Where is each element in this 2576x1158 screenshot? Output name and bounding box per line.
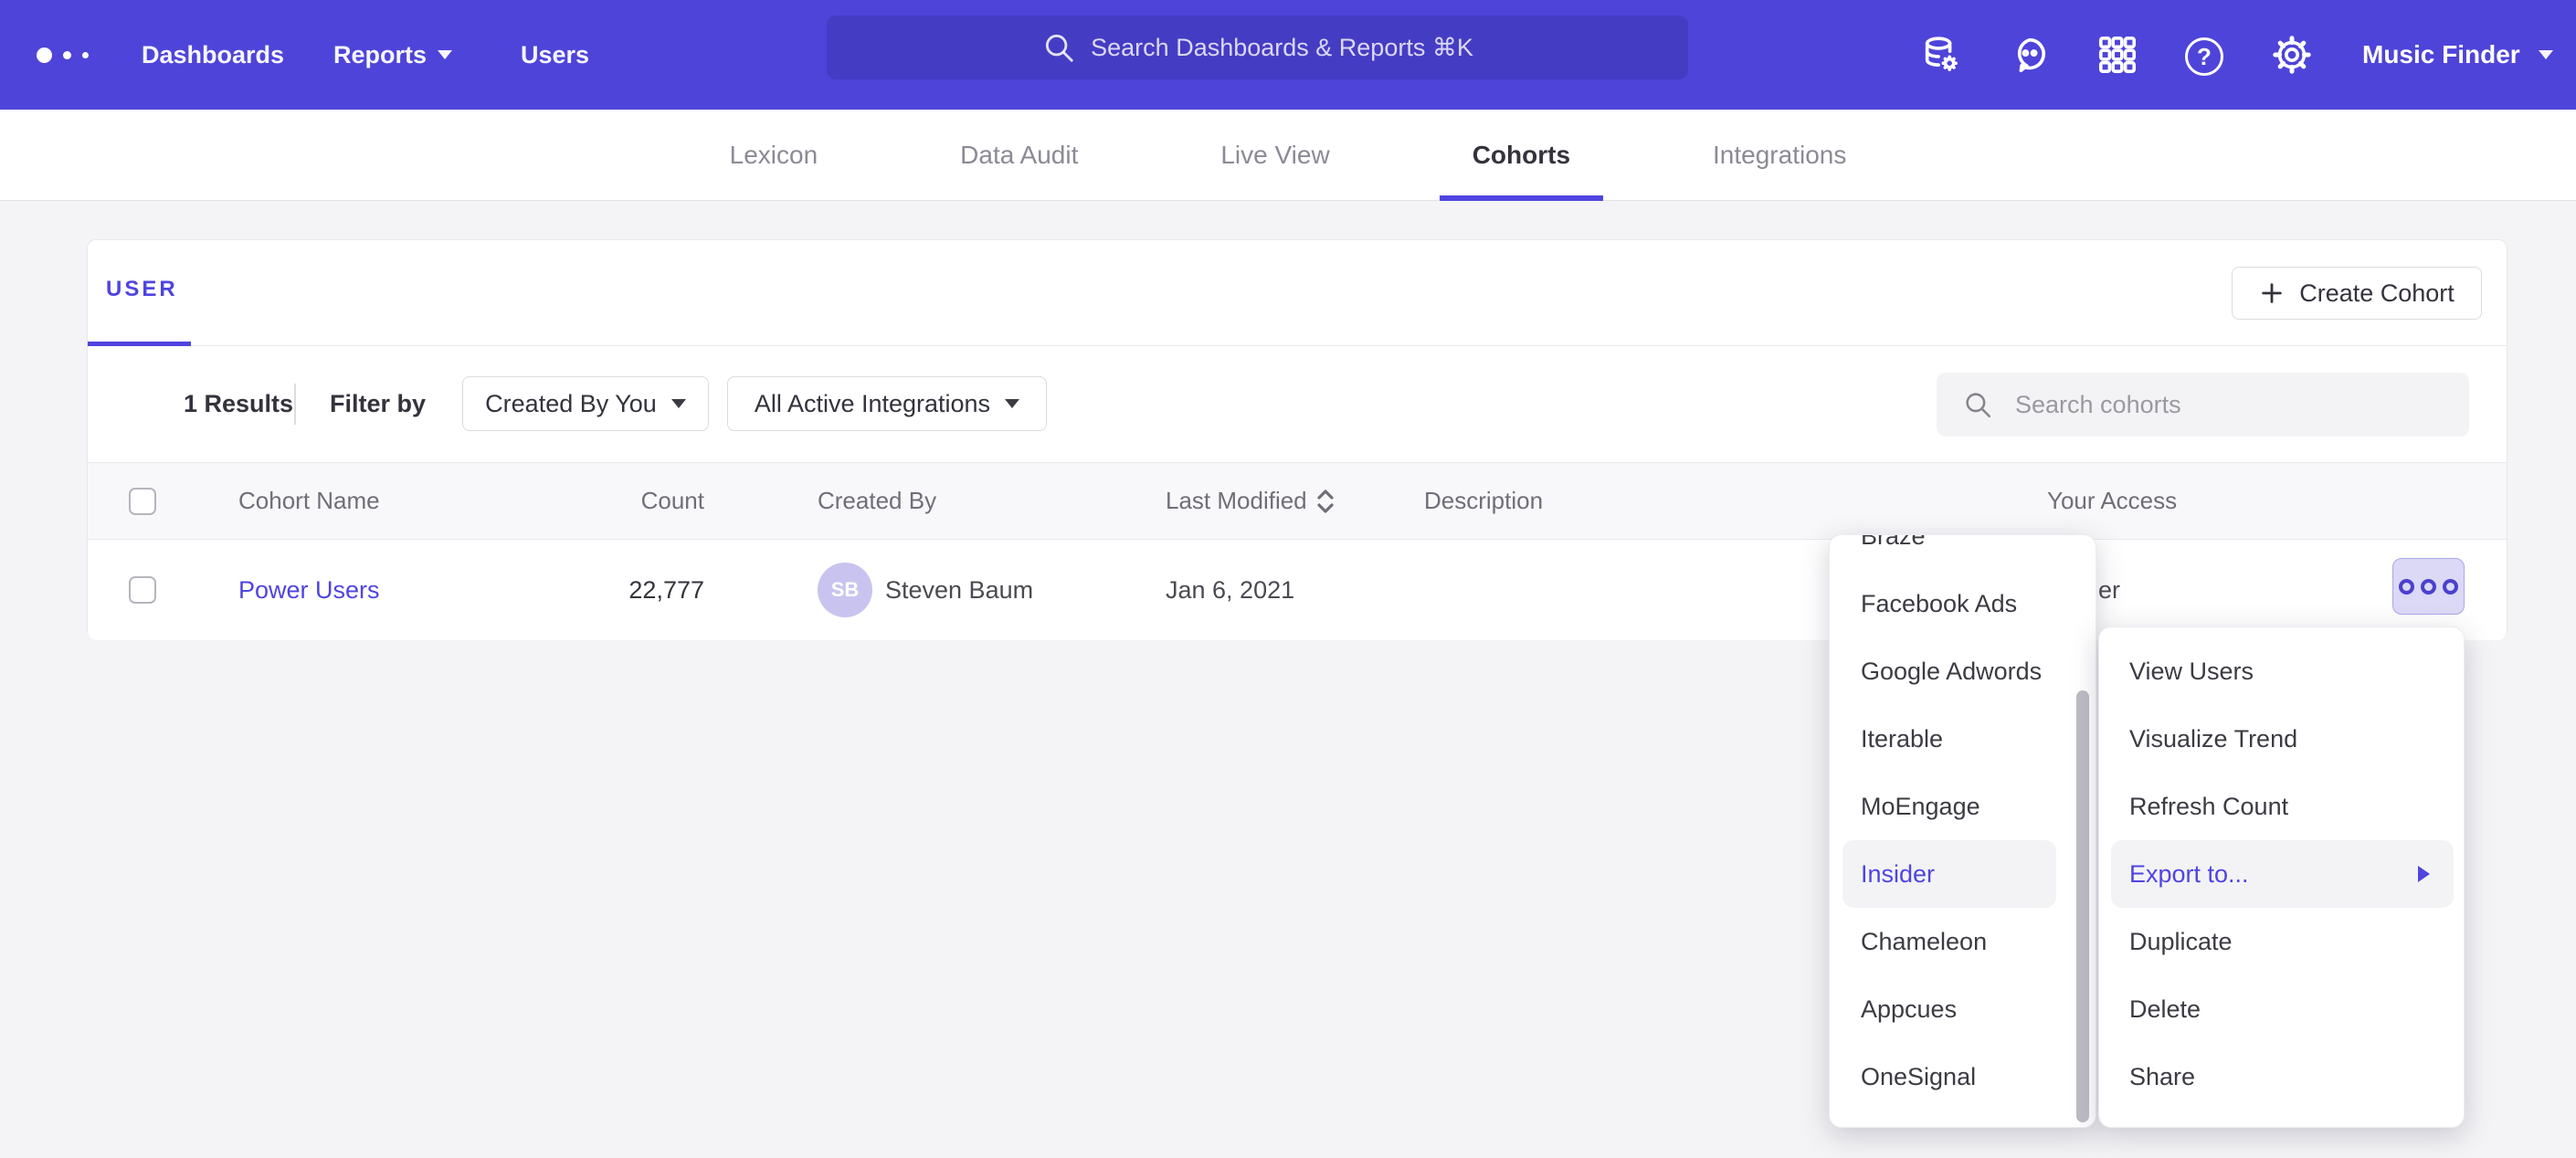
nav-reports-label: Reports — [333, 41, 427, 69]
project-name: Music Finder — [2362, 40, 2520, 69]
tab-live-view[interactable]: Live View — [1188, 110, 1362, 201]
cohort-search-box — [1937, 373, 2469, 437]
menu-item-visualize-trend[interactable]: Visualize Trend — [2099, 705, 2464, 773]
chevron-down-icon — [2539, 50, 2553, 59]
nav-users-label: Users — [521, 41, 589, 69]
column-header-cohort-name: Cohort Name — [238, 463, 380, 539]
global-search-placeholder: Search Dashboards & Reports ⌘K — [1091, 34, 1473, 62]
submenu-item-facebook-ads[interactable]: Facebook Ads — [1830, 570, 2096, 637]
tab-live-view-label: Live View — [1220, 141, 1329, 170]
settings-gear-icon[interactable] — [2271, 34, 2313, 76]
chevron-down-icon — [1005, 399, 1019, 408]
column-header-created-by: Created By — [818, 463, 936, 539]
filter-by-label: Filter by — [330, 346, 426, 462]
tab-cohorts-label: Cohorts — [1473, 141, 1570, 170]
menu-item-view-users[interactable]: View Users — [2099, 637, 2464, 705]
column-header-description: Description — [1424, 463, 1543, 539]
row-actions-button[interactable] — [2392, 558, 2465, 615]
search-icon — [1962, 389, 1993, 420]
table-header-row: Cohort Name Count Created By Last Modifi… — [88, 462, 2507, 540]
global-search-bar[interactable]: Search Dashboards & Reports ⌘K — [827, 16, 1688, 79]
more-dots-icon — [2443, 579, 2458, 595]
logo-dot-small — [82, 52, 89, 58]
select-all-checkbox[interactable] — [129, 488, 156, 515]
menu-item-share[interactable]: Share — [2099, 1043, 2464, 1111]
chevron-down-icon — [671, 399, 686, 408]
your-access-value-partial: er — [2098, 540, 2120, 640]
more-dots-icon — [2399, 579, 2414, 595]
create-cohort-button[interactable]: Create Cohort — [2232, 267, 2482, 320]
submenu-item-chameleon[interactable]: Chameleon — [1830, 908, 2096, 975]
sort-icon — [1316, 489, 1335, 514]
last-modified-label: Last Modified — [1166, 487, 1307, 515]
tab-lexicon-label: Lexicon — [730, 141, 818, 170]
filter-bar: 1 Results Filter by Created By You All A… — [88, 346, 2507, 462]
card-header: USER Create Cohort — [88, 240, 2507, 346]
menu-item-duplicate[interactable]: Duplicate — [2099, 908, 2464, 975]
column-header-count: Count — [512, 463, 704, 539]
tab-integrations[interactable]: Integrations — [1680, 110, 1879, 201]
submenu-item-iterable[interactable]: Iterable — [1830, 705, 2096, 773]
nav-dashboards-label: Dashboards — [142, 41, 284, 69]
submenu-arrow-icon — [2418, 866, 2430, 882]
nav-item-dashboards[interactable]: Dashboards — [142, 0, 284, 110]
section-tabbar: Lexicon Data Audit Live View Cohorts Int… — [0, 110, 2576, 201]
tab-cohorts[interactable]: Cohorts — [1440, 110, 1603, 201]
apps-grid-icon[interactable] — [2096, 34, 2138, 76]
table-row: Power Users 22,777 SB Steven Baum Jan 6,… — [88, 540, 2507, 640]
avatar: SB — [818, 563, 872, 617]
last-modified-value: Jan 6, 2021 — [1166, 540, 1294, 640]
created-by-filter-dropdown[interactable]: Created By You — [462, 376, 709, 431]
top-nav: Dashboards Reports Users Search Dashboar… — [0, 0, 2576, 110]
cohort-type-tab-user[interactable]: USER — [106, 277, 178, 302]
submenu-item-google-adwords[interactable]: Google Adwords — [1830, 637, 2096, 705]
integrations-filter-value: All Active Integrations — [755, 390, 990, 418]
logo-dot-large — [37, 47, 52, 63]
cohorts-page: Dashboards Reports Users Search Dashboar… — [0, 0, 2576, 1158]
submenu-item-moengage[interactable]: MoEngage — [1830, 773, 2096, 840]
created-by-filter-value: Created By You — [485, 390, 657, 418]
search-icon — [1041, 30, 1076, 65]
integrations-filter-dropdown[interactable]: All Active Integrations — [727, 376, 1047, 431]
menu-item-export-to[interactable]: Export to... — [2111, 840, 2454, 908]
row-context-menu: View Users Visualize Trend Refresh Count… — [2098, 626, 2465, 1128]
cohort-count: 22,777 — [512, 540, 704, 640]
row-checkbox[interactable] — [129, 576, 156, 604]
mixpanel-logo-icon[interactable] — [37, 0, 89, 110]
cohorts-card: USER Create Cohort 1 Results Filter by C… — [87, 239, 2507, 639]
more-dots-icon — [2421, 579, 2436, 595]
divider — [294, 384, 296, 425]
project-switcher[interactable]: Music Finder — [2362, 0, 2553, 110]
tab-data-audit[interactable]: Data Audit — [927, 110, 1111, 201]
column-header-last-modified[interactable]: Last Modified — [1166, 463, 1335, 539]
submenu-item-braze[interactable]: Braze — [1830, 534, 2096, 570]
help-icon[interactable]: ? — [2183, 36, 2225, 78]
menu-item-refresh-count[interactable]: Refresh Count — [2099, 773, 2464, 840]
submenu-item-insider[interactable]: Insider — [1842, 840, 2056, 908]
nav-item-users[interactable]: Users — [521, 0, 589, 110]
logo-dot-medium — [63, 51, 71, 59]
column-header-your-access: Your Access — [2047, 463, 2177, 539]
menu-item-delete[interactable]: Delete — [2099, 975, 2464, 1043]
create-cohort-label: Create Cohort — [2299, 279, 2455, 308]
data-settings-icon[interactable] — [1920, 34, 1962, 76]
feedback-icon[interactable] — [2009, 34, 2051, 76]
tab-data-audit-label: Data Audit — [960, 141, 1078, 170]
plus-icon — [2259, 280, 2285, 306]
submenu-item-onesignal[interactable]: OneSignal — [1830, 1043, 2096, 1111]
tab-lexicon[interactable]: Lexicon — [697, 110, 851, 201]
chevron-down-icon — [438, 50, 452, 59]
submenu-scrollbar-thumb[interactable] — [2076, 690, 2089, 1122]
creator-name: Steven Baum — [885, 540, 1033, 640]
tab-integrations-label: Integrations — [1713, 141, 1846, 170]
export-submenu: Braze Facebook Ads Google Adwords Iterab… — [1829, 534, 2096, 1128]
export-to-label: Export to... — [2129, 860, 2249, 888]
cohort-search-input[interactable] — [2015, 373, 2454, 437]
results-count: 1 Results — [184, 346, 293, 462]
nav-item-reports[interactable]: Reports — [333, 0, 452, 110]
cohort-name-link[interactable]: Power Users — [238, 540, 380, 640]
submenu-item-appcues[interactable]: Appcues — [1830, 975, 2096, 1043]
question-mark-glyph: ? — [2185, 37, 2223, 76]
